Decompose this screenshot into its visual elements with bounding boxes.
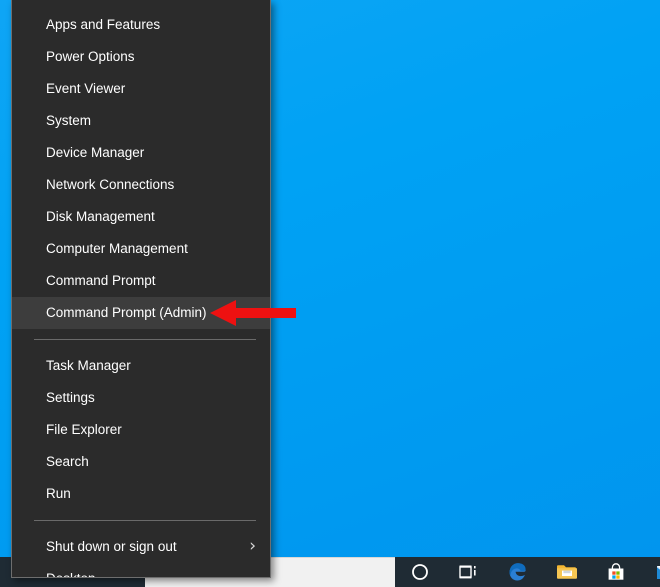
- menu-separator-2: [34, 520, 256, 521]
- menu-item-device-manager[interactable]: Device Manager: [12, 137, 270, 169]
- menu-item-disk-management[interactable]: Disk Management: [12, 201, 270, 233]
- menu-item-system[interactable]: System: [12, 105, 270, 137]
- menu-item-file-explorer[interactable]: File Explorer: [12, 414, 270, 446]
- menu-group-system: Apps and Features Power Options Event Vi…: [12, 9, 270, 329]
- menu-item-command-prompt-admin[interactable]: Command Prompt (Admin): [12, 297, 270, 329]
- menu-item-search[interactable]: Search: [12, 446, 270, 478]
- screen: Apps and Features Power Options Event Vi…: [0, 0, 660, 587]
- menu-item-event-viewer[interactable]: Event Viewer: [12, 73, 270, 105]
- menu-item-network-connections[interactable]: Network Connections: [12, 169, 270, 201]
- menu-group-session: Shut down or sign out › Desktop: [12, 531, 270, 577]
- menu-item-shut-down-or-sign-out[interactable]: Shut down or sign out ›: [12, 531, 270, 563]
- file-explorer-icon[interactable]: [542, 557, 591, 587]
- menu-separator-1: [34, 339, 256, 340]
- power-user-menu[interactable]: Apps and Features Power Options Event Vi…: [11, 0, 271, 578]
- mail-icon[interactable]: [640, 557, 660, 587]
- task-view-icon[interactable]: [444, 557, 493, 587]
- menu-group-tools: Task Manager Settings File Explorer Sear…: [12, 350, 270, 510]
- menu-item-settings[interactable]: Settings: [12, 382, 270, 414]
- menu-item-desktop[interactable]: Desktop: [12, 563, 270, 577]
- taskbar-icon-strip: [395, 557, 660, 587]
- menu-item-task-manager[interactable]: Task Manager: [12, 350, 270, 382]
- chevron-right-icon: ›: [249, 536, 256, 556]
- menu-item-label: Shut down or sign out: [46, 539, 177, 554]
- menu-item-power-options[interactable]: Power Options: [12, 41, 270, 73]
- menu-item-computer-management[interactable]: Computer Management: [12, 233, 270, 265]
- edge-icon[interactable]: [493, 557, 542, 587]
- menu-item-run[interactable]: Run: [12, 478, 270, 510]
- menu-top-padding: [12, 0, 270, 9]
- cortana-icon[interactable]: [395, 557, 444, 587]
- menu-item-command-prompt[interactable]: Command Prompt: [12, 265, 270, 297]
- menu-item-apps-and-features[interactable]: Apps and Features: [12, 9, 270, 41]
- microsoft-store-icon[interactable]: [591, 557, 640, 587]
